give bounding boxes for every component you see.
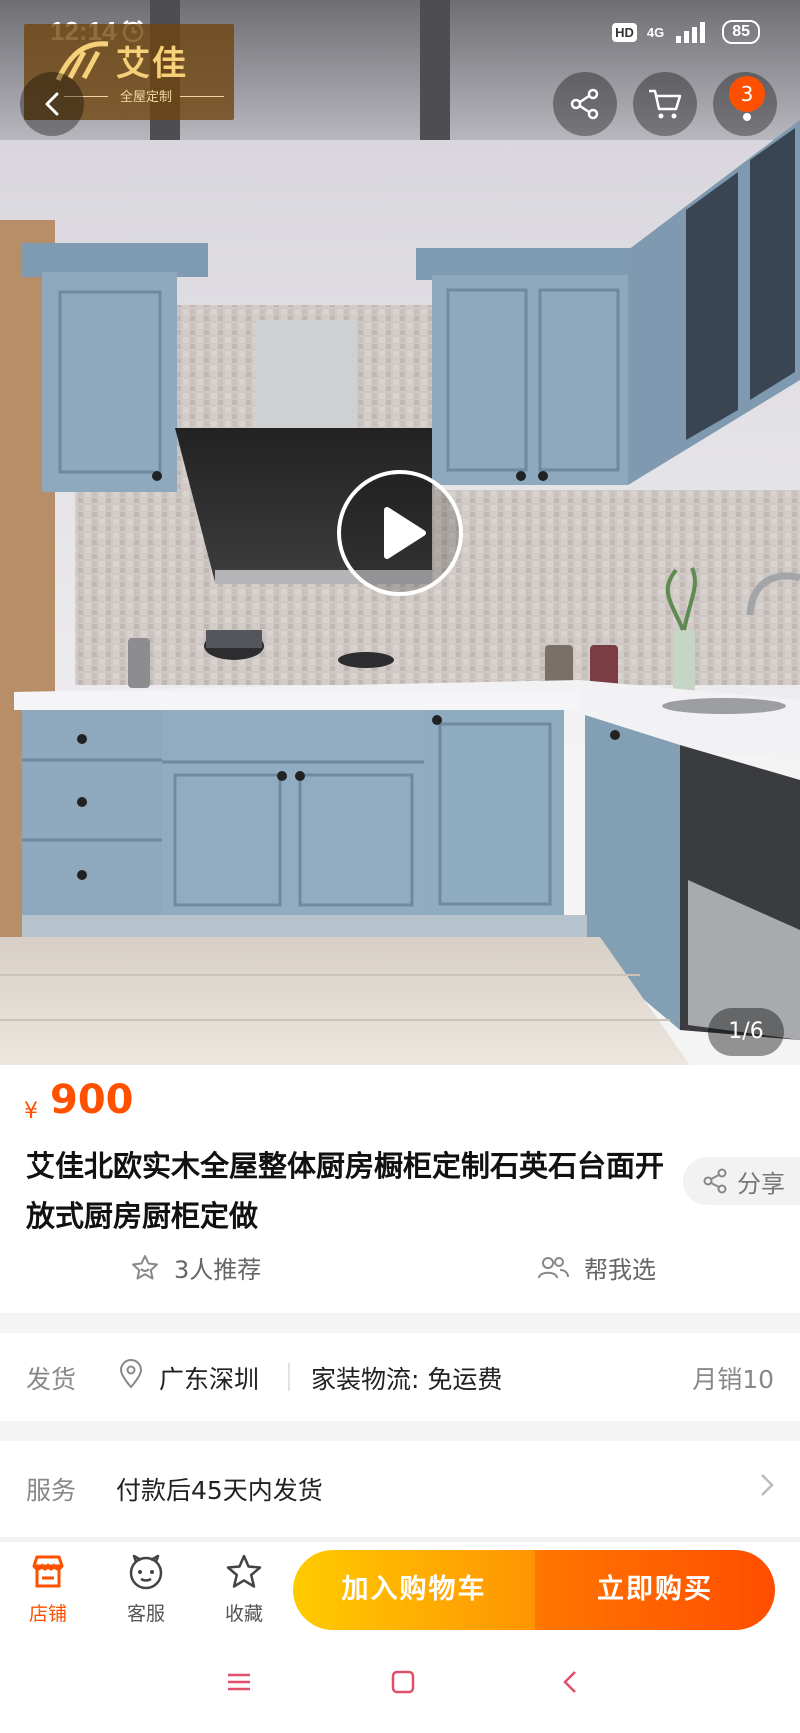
play-icon [384,507,426,559]
home-icon[interactable] [388,1667,418,1697]
service-label: 服务 [26,1476,77,1505]
back-button[interactable] [20,72,84,136]
location-pin-icon [119,1359,143,1389]
cart-count-badge: 3 [729,76,765,112]
service-text: 付款后45天内发货 [116,1476,323,1505]
signal-icon [676,22,706,43]
monthly-sales: 月销10 [692,1365,774,1394]
network-type: 4G [646,24,665,40]
store-label: 店铺 [28,1603,67,1625]
product-info-card: ¥ 900 艾佳北欧实木全屋整体厨房橱柜定制石英石台面开放式厨房厨柜定做 分享 … [0,1065,800,1313]
play-video-button[interactable] [337,470,463,596]
customer-service-icon [129,1554,163,1590]
add-to-cart-button[interactable]: 加入购物车 [293,1550,535,1630]
customer-service-label: 客服 [126,1603,165,1625]
buy-now-button[interactable]: 立即购买 [535,1550,775,1630]
favorite-button[interactable]: 收藏 [204,1552,284,1626]
shipping-method: 家装物流: 免运费 [311,1365,503,1394]
share-button[interactable] [553,72,617,136]
store-icon [32,1555,64,1588]
share-icon [703,1168,727,1194]
cart-button[interactable] [633,72,697,136]
price-currency: ¥ [24,1099,38,1124]
price: 900 [50,1077,134,1123]
store-button[interactable]: 店铺 [8,1552,88,1626]
recommend-button[interactable]: 3人推荐 [130,1250,261,1285]
customer-service-button[interactable]: 客服 [106,1552,186,1626]
product-image-gallery[interactable]: 12:14 HD 4G 85 艾佳 全屋定制 [0,0,800,1065]
share-tab[interactable]: 分享 [683,1157,800,1205]
brand-name: 艾佳 [116,44,188,84]
shipping-row[interactable]: 发货 广东深圳 家装物流: 免运费 月销10 [0,1333,800,1421]
share-icon [570,88,599,120]
product-title: 艾佳北欧实木全屋整体厨房橱柜定制石英石台面开放式厨房厨柜定做 [26,1149,665,1233]
cart-icon [649,89,682,119]
battery-level: 85 [722,20,760,44]
chevron-right-icon [761,1474,774,1496]
star-icon [226,1554,262,1588]
people-icon [538,1256,569,1278]
help-choose-button[interactable]: 帮我选 [536,1250,656,1285]
gallery-page-indicator: 1/6 [708,1008,784,1056]
shipping-origin: 广东深圳 [159,1365,260,1394]
brand-divider-right [180,96,224,97]
share-label: 分享 [737,1169,785,1198]
service-row[interactable]: 服务 付款后45天内发货 [0,1441,800,1537]
divider [288,1363,290,1391]
recommend-label: 3人推荐 [174,1256,262,1284]
brand-tagline: 全屋定制 [120,90,173,105]
recommend-icon [132,1254,158,1279]
hd-badge: HD [612,22,637,42]
more-dot [743,113,751,121]
menu-icon[interactable] [224,1667,254,1697]
help-choose-label: 帮我选 [584,1256,656,1284]
bottom-action-bar: 店铺 客服 收藏 加入购物车 立即购买 [0,1541,800,1637]
shipping-label: 发货 [26,1365,77,1394]
back-icon [45,92,59,116]
system-navigation-bar [0,1637,800,1733]
back-nav-icon[interactable] [556,1667,586,1697]
favorite-label: 收藏 [224,1603,263,1625]
